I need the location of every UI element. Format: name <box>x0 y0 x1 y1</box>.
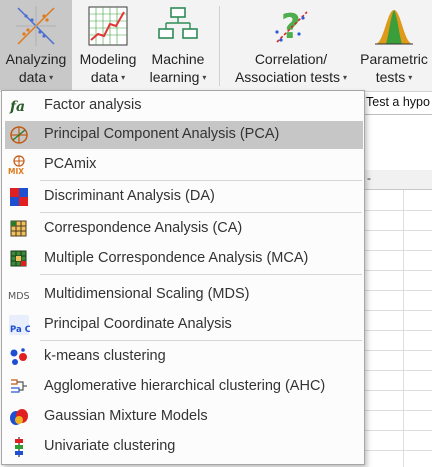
grid-line <box>364 310 432 311</box>
ribbon-label-line1: Analyzing <box>5 51 67 67</box>
column-header[interactable]: - <box>364 170 432 190</box>
menu-item-mds[interactable]: MDS Multidimensional Scaling (MDS) <box>5 281 363 309</box>
chevron-down-icon: ▾ <box>121 73 126 83</box>
pcamix-icon-text: MIX <box>8 167 24 175</box>
pco-icon-text: Pa Co <box>10 325 30 335</box>
univariate-icon <box>15 437 23 457</box>
modeling-data-button[interactable]: Modeling data ▾ <box>74 0 142 90</box>
chevron-down-icon: ▾ <box>343 73 348 83</box>
menu-item-label: Multidimensional Scaling (MDS) <box>44 286 250 302</box>
menu-item-label: Multiple Correspondence Analysis (MCA) <box>44 250 309 266</box>
parametric-tests-button[interactable]: Parametric tests ▾ <box>356 0 432 90</box>
fa-icon: fa <box>9 99 25 115</box>
menu-item-gaussian-mixture-models[interactable]: Gaussian Mixture Models <box>5 403 363 431</box>
menu-item-univariate-clustering[interactable]: Univariate clustering <box>5 433 363 461</box>
pca-scatter-icon <box>16 6 56 46</box>
ribbon-tooltip-text: Test a hypo <box>366 95 430 109</box>
menu-separator <box>40 340 362 341</box>
da-icon <box>10 188 28 206</box>
menu-item-factor-analysis[interactable]: fa Factor analysis <box>5 92 363 120</box>
pca-target-icon <box>10 126 28 144</box>
menu-separator <box>40 274 362 275</box>
grid-line <box>364 290 432 291</box>
machine-learning-button[interactable]: Machine learning ▾ <box>142 0 214 90</box>
ribbon-label-line1: Correlation/ <box>254 51 328 67</box>
grid-line <box>403 190 404 467</box>
grid-line <box>364 430 432 431</box>
line-chart-icon <box>88 6 128 46</box>
menu-item-correspondence-analysis[interactable]: Correspondence Analysis (CA) <box>5 215 363 243</box>
chevron-down-icon: ▾ <box>408 73 413 83</box>
dendrogram-icon <box>11 379 27 393</box>
analyzing-data-dropdown-menu: fa Factor analysis Principal Component A… <box>1 90 365 465</box>
grid-line <box>364 330 432 331</box>
menu-item-pcamix[interactable]: MIX PCAmix <box>5 151 363 179</box>
ribbon-label-line2: data <box>18 69 47 85</box>
grid-line <box>364 370 432 371</box>
chevron-down-icon: ▾ <box>49 73 54 83</box>
ribbon-label-line1: Modeling <box>79 51 137 67</box>
chevron-down-icon: ▾ <box>202 73 207 83</box>
ribbon-label-line2: tests <box>375 69 406 85</box>
menu-item-label: Gaussian Mixture Models <box>44 408 208 424</box>
correlation-association-tests-button[interactable]: ? Correlation/ Association tests ▾ <box>226 0 356 90</box>
grid-line <box>364 210 432 211</box>
menu-item-label: Principal Component Analysis (PCA) <box>44 126 280 142</box>
ribbon-label-line2: Association tests <box>234 69 341 85</box>
menu-item-discriminant-analysis[interactable]: Discriminant Analysis (DA) <box>5 183 363 211</box>
mca-grid-icon <box>10 250 27 267</box>
column-header-mark: - <box>367 171 371 185</box>
menu-item-label: Principal Coordinate Analysis <box>44 316 232 332</box>
normal-curve-icon <box>375 10 413 45</box>
mds-icon: MDS <box>8 291 30 302</box>
grid-line <box>364 390 432 391</box>
ribbon-separator <box>219 6 220 86</box>
menu-item-label: Univariate clustering <box>44 438 176 454</box>
menu-item-label: Agglomerative hierarchical clustering (A… <box>44 378 326 394</box>
menu-separator <box>40 212 362 213</box>
mds-icon-text: MDS <box>8 291 30 302</box>
menu-item-label: PCAmix <box>44 156 97 172</box>
pcamix-icon: MIX <box>8 155 25 175</box>
gmm-icon <box>10 409 28 425</box>
grid-line <box>364 350 432 351</box>
kmeans-icon <box>10 348 27 365</box>
ribbon-toolbar: Analyzing data ▾ Modeling data ▾ Machine… <box>0 0 432 92</box>
pco-icon: Pa Co <box>9 315 30 335</box>
menu-item-pca[interactable]: Principal Component Analysis (PCA) <box>5 121 363 149</box>
menu-separator <box>40 180 362 181</box>
ca-grid-icon <box>10 220 27 237</box>
grid-line <box>364 410 432 411</box>
analyzing-data-button[interactable]: Analyzing data ▾ <box>0 0 72 90</box>
menu-item-mca[interactable]: Multiple Correspondence Analysis (MCA) <box>5 245 363 273</box>
divider <box>364 114 432 115</box>
ribbon-label-line1: Machine <box>151 51 205 67</box>
tree-diagram-icon <box>158 7 198 39</box>
ribbon-label-line1: Parametric <box>360 51 428 67</box>
grid-line <box>364 230 432 231</box>
svg-text:?: ? <box>281 7 301 47</box>
menu-item-label: k-means clustering <box>44 348 166 364</box>
ribbon-label-line2: data <box>90 69 119 85</box>
ribbon-label-line2: learning <box>149 69 200 85</box>
grid-line <box>364 450 432 451</box>
question-scatter-icon: ? <box>275 7 308 47</box>
menu-item-ahc[interactable]: Agglomerative hierarchical clustering (A… <box>5 373 363 401</box>
menu-item-label: Correspondence Analysis (CA) <box>44 220 243 236</box>
svg-text:fa: fa <box>9 99 25 115</box>
menu-item-k-means-clustering[interactable]: k-means clustering <box>5 343 363 371</box>
grid-line <box>364 250 432 251</box>
menu-item-label: Factor analysis <box>44 97 142 113</box>
menu-item-label: Discriminant Analysis (DA) <box>44 188 215 204</box>
menu-item-principal-coordinate-analysis[interactable]: Pa Co Principal Coordinate Analysis <box>5 311 363 339</box>
grid-line <box>364 270 432 271</box>
